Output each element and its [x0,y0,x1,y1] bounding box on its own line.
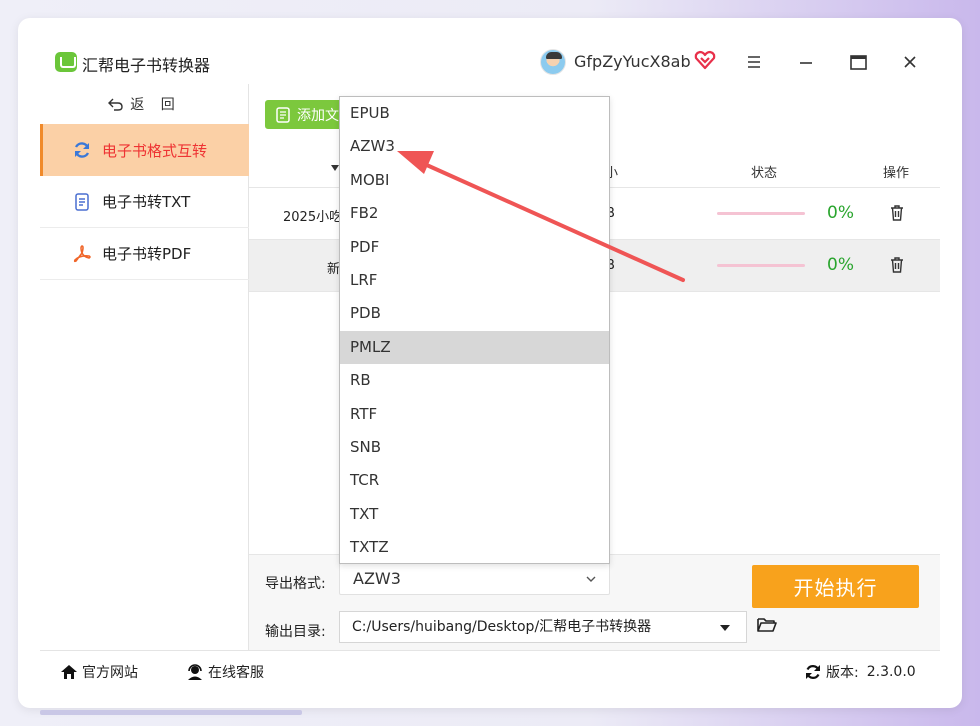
version-info[interactable]: 版本: 2.3.0.0 [804,662,916,682]
format-dropdown-list[interactable]: EPUB AZW3 MOBI FB2 PDF LRF PDB PMLZ RB R… [339,96,610,564]
dropdown-option-fb2[interactable]: FB2 [340,197,609,230]
sort-caret-icon[interactable] [331,165,339,171]
status-bar: 官方网站 在线客服 版本: 2.3.0.0 [40,650,940,690]
progress-percent: 0% [827,203,854,223]
dropdown-option-pdf[interactable]: PDF [340,231,609,264]
document-icon [75,192,89,211]
taskbar-strip [40,710,302,715]
sidebar: 返 回 电子书格式互转 电子书转TXT 电子书转PDF [40,84,249,650]
dir-label: 输出目录: [265,624,326,640]
pdf-icon [73,244,91,262]
version-label: 版本: [826,665,859,681]
trash-icon[interactable] [889,204,905,222]
start-button[interactable]: 开始执行 [752,565,919,608]
dropdown-option-lrf[interactable]: LRF [340,264,609,297]
version-value: 2.3.0.0 [866,664,916,680]
format-value: AZW3 [353,569,401,588]
progress-bar [717,212,805,215]
back-button[interactable]: 返 回 [40,84,249,124]
refresh-icon [806,665,820,679]
sidebar-item-label: 电子书转TXT [102,193,191,211]
dir-value: C:/Users/huibang/Desktop/汇帮电子书转换器 [352,619,652,635]
format-label: 导出格式: [265,576,326,592]
vip-heart-icon[interactable] [694,50,716,70]
app-logo-icon [55,52,77,72]
online-service-link[interactable]: 在线客服 [186,662,264,682]
app-title: 汇帮电子书转换器 [82,56,211,75]
dropdown-option-pmlz[interactable]: PMLZ [340,330,609,365]
sidebar-item-label: 电子书转PDF [102,245,192,263]
file-name: 2025小吃 [283,210,343,225]
dropdown-option-txt[interactable]: TXT [340,498,609,531]
caret-down-icon [720,625,730,631]
dropdown-option-rtf[interactable]: RTF [340,398,609,431]
format-select[interactable]: AZW3 [339,563,610,595]
dropdown-option-rb[interactable]: RB [340,364,609,397]
column-status: 状态 [751,166,778,181]
title-bar: 汇帮电子书转换器 GfpZyYucX8ab [40,40,940,84]
dropdown-option-mobi[interactable]: MOBI [340,164,609,197]
sidebar-item-to-txt[interactable]: 电子书转TXT [40,176,249,228]
headset-icon [188,664,202,680]
back-label: 返 回 [130,97,181,113]
back-arrow-icon [108,98,123,111]
dropdown-option-epub[interactable]: EPUB [340,97,609,130]
list-icon [276,106,290,123]
chevron-down-icon [586,576,596,582]
official-site-label: 官方网站 [82,665,138,681]
menu-icon[interactable] [740,48,768,76]
minimize-icon[interactable] [792,48,820,76]
online-service-label: 在线客服 [208,665,264,681]
dropdown-option-snb[interactable]: SNB [340,431,609,464]
dropdown-option-azw3[interactable]: AZW3 [340,130,609,163]
avatar[interactable] [540,49,566,75]
folder-open-icon[interactable] [756,615,778,635]
home-icon [61,665,77,679]
sidebar-item-format-convert[interactable]: 电子书格式互转 [40,124,249,176]
official-site-link[interactable]: 官方网站 [60,662,138,682]
maximize-icon[interactable] [844,48,872,76]
dropdown-option-tcr[interactable]: TCR [340,464,609,497]
output-settings: 导出格式: AZW3 输出目录: C:/Users/huibang/Deskto… [249,554,940,650]
close-icon[interactable] [896,48,924,76]
output-dir-select[interactable]: C:/Users/huibang/Desktop/汇帮电子书转换器 [339,611,747,643]
progress-percent: 0% [827,255,854,275]
trash-icon[interactable] [889,256,905,274]
progress-bar [717,264,805,267]
username[interactable]: GfpZyYucX8ab [574,52,691,71]
column-action: 操作 [883,166,910,181]
sidebar-item-label: 电子书格式互转 [102,141,208,160]
dropdown-option-pdb[interactable]: PDB [340,297,609,330]
refresh-icon [74,142,90,158]
dropdown-option-txtz[interactable]: TXTZ [340,531,609,564]
sidebar-item-to-pdf[interactable]: 电子书转PDF [40,228,249,280]
